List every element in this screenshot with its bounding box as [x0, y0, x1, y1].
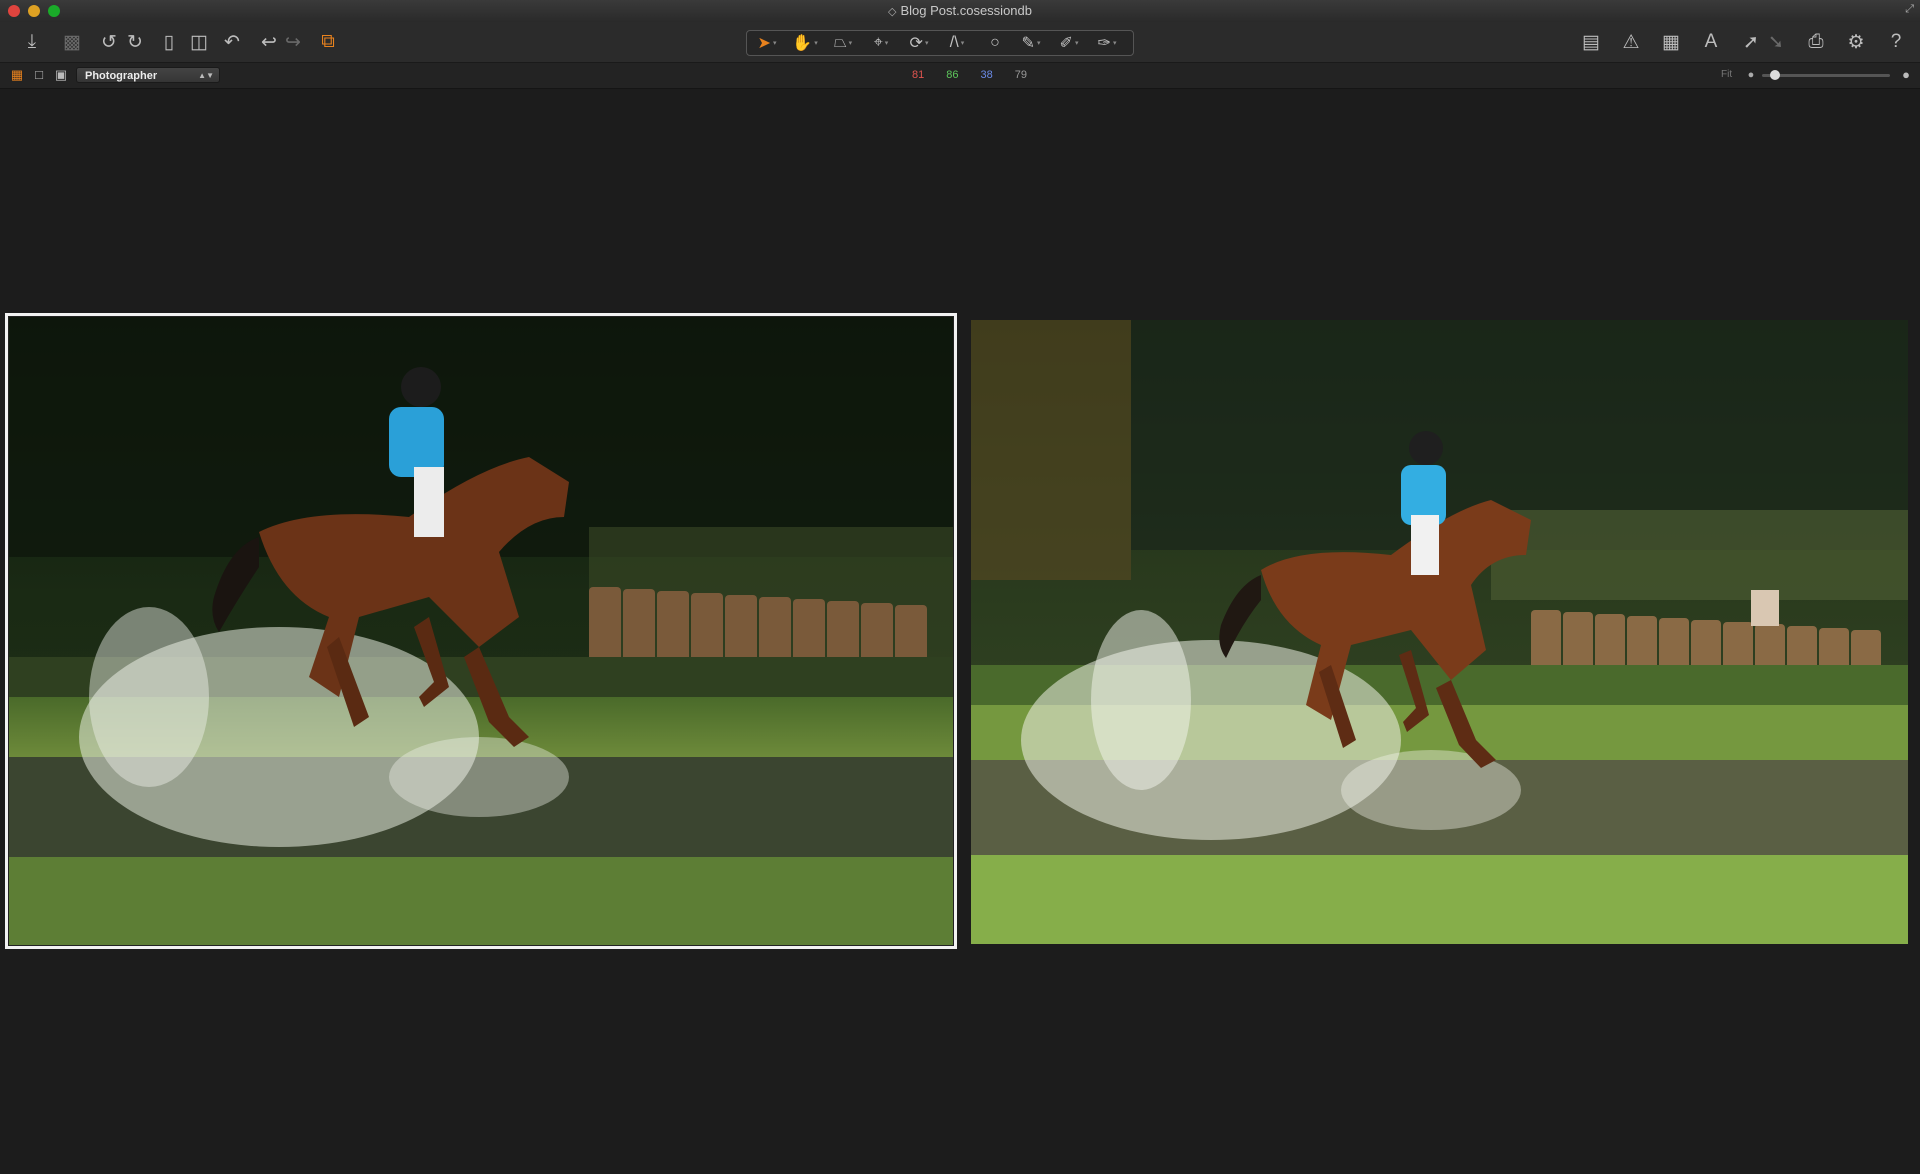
keystone-cursor-icon[interactable]: ⏢ ▾ — [825, 32, 861, 54]
help-icon[interactable]: ? — [1883, 30, 1909, 54]
import-icon[interactable]: ⤓ — [19, 30, 45, 54]
rotate-cursor-icon[interactable]: ⟳ ▾ — [901, 32, 937, 54]
crop-cursor-icon[interactable]: ⌖ ▾ — [863, 32, 899, 54]
exposure-warning-icon[interactable]: ⚠ — [1618, 30, 1644, 54]
eraser-icon[interactable]: ✑ ▾ — [1089, 32, 1125, 54]
picker-icon[interactable]: ✐ ▾ — [1051, 32, 1087, 54]
single-view-icon[interactable]: □ — [31, 68, 47, 82]
horse-splash-photo-right — [971, 320, 1908, 944]
straighten-cursor-icon[interactable]: /\ ▾ — [939, 32, 975, 54]
redo-icon[interactable]: ↪ — [280, 30, 306, 54]
blue-value: 38 — [980, 69, 993, 81]
variants-icon[interactable]: ⧉ — [315, 30, 341, 54]
workspace-select-value: Photographer — [85, 70, 158, 82]
text-overlay-icon[interactable]: A — [1698, 30, 1724, 54]
apply-adjustments-icon[interactable]: ➘ — [1763, 30, 1789, 54]
main-toolbar: ⤓ ▩ ↺ ↻ ▯ ◫ ↶ ↩ ↪ ⧉ ➤ ▾ ✋ ▾ ⏢ ▾ ⌖ ▾ ⟳ ▾ /\ ▾ ○… — [0, 22, 1920, 63]
rgb-readout: 81 86 38 79 — [912, 69, 1049, 81]
document-icon: ◇ — [888, 6, 897, 18]
view-bar: ▦ □ ▣ Photographer ▲▼ 81 86 38 79 Fit ● ● — [0, 63, 1920, 89]
luminance-value: 79 — [1014, 69, 1027, 81]
copy-adjustments-icon[interactable]: ➚ — [1738, 30, 1764, 54]
select-cursor-icon[interactable]: ➤ ▾ — [749, 32, 785, 54]
reset-adjustments-icon[interactable]: ↶ — [219, 30, 245, 54]
spot-removal-icon[interactable]: ○ — [977, 32, 1013, 54]
zoom-in-person-icon[interactable]: ● — [1898, 68, 1914, 82]
rotate-left-icon[interactable]: ↺ — [96, 30, 122, 54]
undo-icon[interactable]: ↩ — [256, 30, 282, 54]
layout-icon[interactable]: ▤ — [1578, 30, 1604, 54]
pan-cursor-icon[interactable]: ✋ ▾ — [787, 32, 823, 54]
fullscreen-icon[interactable]: ⤢ — [1905, 3, 1914, 16]
brush-icon[interactable]: ✎ ▾ — [1013, 32, 1049, 54]
trash-icon[interactable]: ◫ — [186, 30, 212, 54]
window-title: ◇ Blog Post.cosessiondb — [0, 3, 1920, 18]
grid-icon[interactable]: ▦ — [1658, 30, 1684, 54]
select-arrows-icon: ▲▼ — [198, 71, 214, 80]
workspace-select[interactable]: Photographer ▲▼ — [76, 67, 220, 83]
settings-icon[interactable]: ⚙ — [1843, 30, 1869, 54]
zoom-slider-thumb[interactable] — [1770, 70, 1780, 80]
photo-variant-selected[interactable] — [8, 316, 954, 946]
cursor-tools-group: ➤ ▾ ✋ ▾ ⏢ ▾ ⌖ ▾ ⟳ ▾ /\ ▾ ○ ✎ ▾ ✐ ▾ ✑ ▾ — [746, 30, 1134, 56]
zoom-out-person-icon[interactable]: ● — [1743, 68, 1759, 82]
move-to-folder-icon[interactable]: ▯ — [156, 30, 182, 54]
compare-view-icon[interactable]: ▣ — [53, 68, 69, 82]
zoom-slider[interactable] — [1762, 70, 1890, 80]
horse-splash-photo-left — [9, 317, 953, 945]
grid-view-icon[interactable]: ▦ — [9, 68, 25, 82]
zoom-slider-track — [1762, 74, 1890, 77]
camera-icon[interactable]: ▩ — [59, 30, 85, 54]
title-bar: ◇ Blog Post.cosessiondb ⤢ — [0, 0, 1920, 23]
photo-variant[interactable] — [971, 320, 1908, 944]
window-title-text: Blog Post.cosessiondb — [900, 3, 1032, 18]
image-viewer — [0, 89, 1920, 1174]
red-value: 81 — [912, 69, 925, 81]
fit-label: Fit — [1721, 69, 1733, 80]
rotate-right-icon[interactable]: ↻ — [122, 30, 148, 54]
print-icon[interactable]: ⎙ — [1803, 30, 1829, 54]
green-value: 86 — [946, 69, 959, 81]
